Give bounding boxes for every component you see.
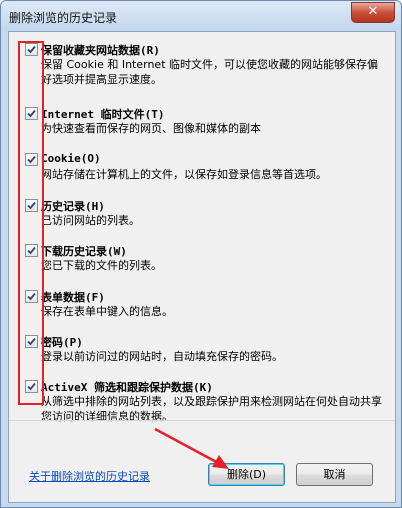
option-description: 保存在表单中键入的信息。 xyxy=(41,305,173,318)
close-icon: ✕ xyxy=(367,4,379,19)
help-link-delete-history[interactable]: 关于删除浏览的历史记录 xyxy=(29,468,150,484)
annotation-highlight-box xyxy=(18,41,44,405)
delete-history-dialog: 删除浏览的历史记录 ✕ 保留收藏夹网站数据(R) 保留 Cookie 和 Int… xyxy=(0,0,402,508)
delete-button[interactable]: 删除(D) xyxy=(208,463,285,486)
option-description: 为快速查看而保存的网页、图像和媒体的副本 xyxy=(41,122,261,135)
option-title: Cookie(O) xyxy=(41,152,101,165)
option-description: 已访问网站的列表。 xyxy=(41,214,140,227)
option-title: Internet 临时文件(T) xyxy=(41,108,165,121)
option-title: 历史记录(H) xyxy=(41,200,105,213)
dialog-body: 保留收藏夹网站数据(R) 保留 Cookie 和 Internet 临时文件，可… xyxy=(8,31,396,503)
cancel-button[interactable]: 取消 xyxy=(296,463,373,486)
option-title: ActiveX 筛选和跟踪保护数据(K) xyxy=(41,381,213,394)
option-title: 表单数据(F) xyxy=(41,291,105,304)
option-description: 保留 Cookie 和 Internet 临时文件，可以使您收藏的网站能够保存偏… xyxy=(41,58,378,86)
option-description: 登录以前访问过的网站时，自动填充保存的密码。 xyxy=(41,350,283,363)
window-title: 删除浏览的历史记录 xyxy=(9,11,118,25)
divider xyxy=(9,420,395,421)
close-button[interactable]: ✕ xyxy=(351,2,395,23)
option-title: 密码(P) xyxy=(41,336,83,349)
option-title: 下载历史记录(W) xyxy=(41,245,127,258)
title-bar: 删除浏览的历史记录 ✕ xyxy=(1,1,401,31)
option-description: 您已下载的文件的列表。 xyxy=(41,259,162,272)
option-title: 保留收藏夹网站数据(R) xyxy=(41,44,160,57)
option-description: 网站存储在计算机上的文件，以保存如登录信息等首选项。 xyxy=(41,168,327,181)
